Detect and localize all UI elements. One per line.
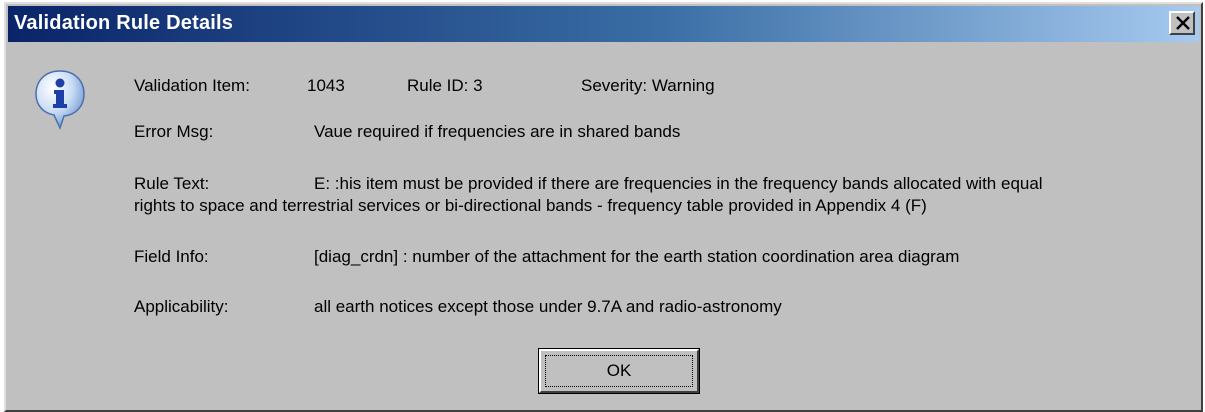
validation-item-value: 1043: [307, 76, 345, 95]
info-icon: [34, 68, 86, 132]
field-info-label: Field Info:: [134, 247, 209, 266]
rule-text-label: Rule Text:: [134, 174, 210, 193]
title-bar[interactable]: Validation Rule Details: [8, 6, 1199, 42]
rule-text-line2: rights to space and terrestrial services…: [134, 196, 927, 215]
error-msg-value: Vaue required if frequencies are in shar…: [314, 122, 681, 141]
window-title: Validation Rule Details: [14, 12, 234, 34]
applicability-value: all earth notices except those under 9.7…: [314, 297, 782, 316]
applicability-label: Applicability:: [134, 297, 229, 316]
focus-rectangle: [545, 355, 693, 387]
validation-item-label: Validation Item:: [134, 76, 250, 95]
field-info-value: [diag_crdn] : number of the attachment f…: [314, 247, 960, 266]
severity: Severity: Warning: [581, 76, 715, 95]
validation-rule-dialog: Validation Rule Details Validation Item:…: [4, 2, 1203, 412]
error-msg-label: Error Msg:: [134, 122, 214, 141]
ok-button[interactable]: OK: [538, 348, 700, 394]
close-icon: [1176, 16, 1190, 30]
close-button[interactable]: [1169, 11, 1195, 35]
rule-text-line1: E: :his item must be provided if there a…: [314, 174, 1043, 193]
rule-id: Rule ID: 3: [407, 76, 483, 95]
